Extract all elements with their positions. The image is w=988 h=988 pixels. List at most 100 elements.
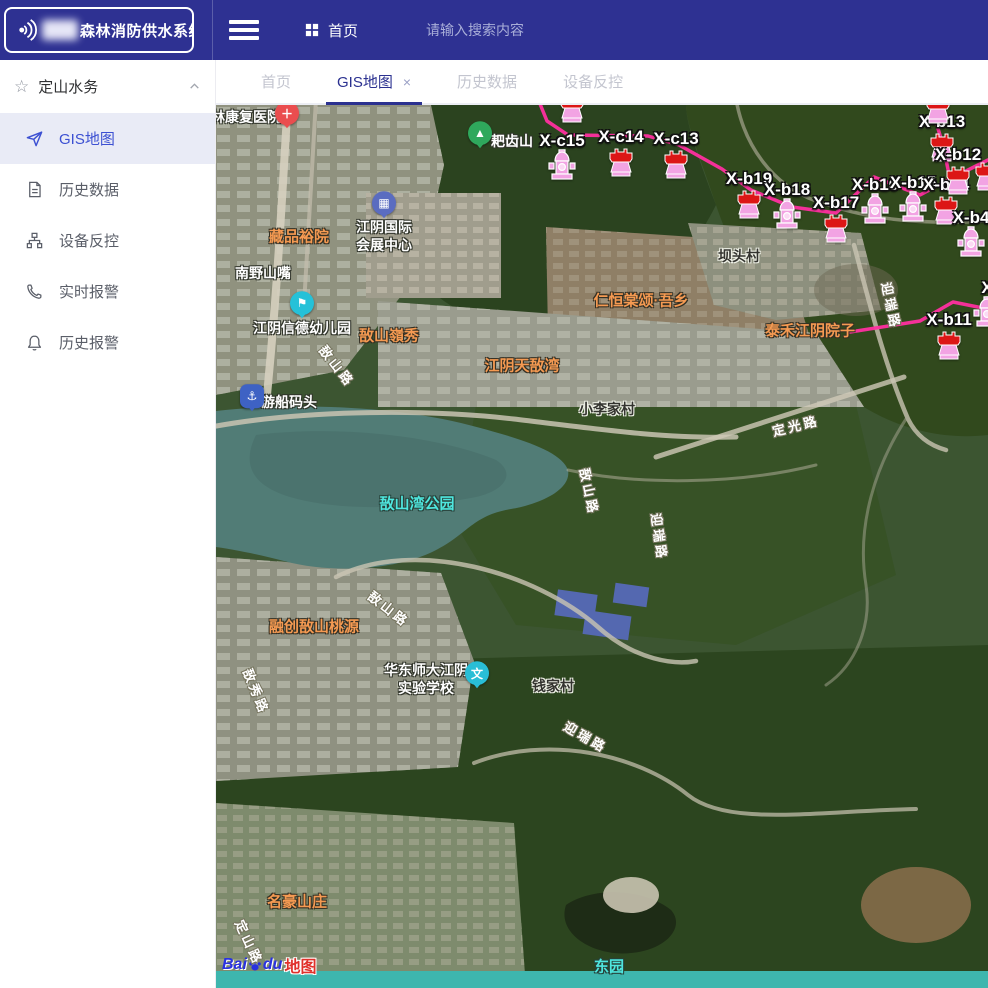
label-tianyuwan: 江阴天敔湾 bbox=[484, 356, 559, 376]
hydrant-marker-X-b17[interactable] bbox=[821, 211, 851, 245]
document-icon bbox=[25, 180, 44, 199]
tab-home[interactable]: 首页 bbox=[238, 60, 314, 103]
sidebar: ☆ 定山水务 GIS地图历史数据设备反控实时报警历史报警 bbox=[0, 60, 216, 988]
sidebar-item-history-data[interactable]: 历史数据 bbox=[0, 164, 215, 215]
sidebar-item-device-control[interactable]: 设备反控 bbox=[0, 215, 215, 266]
sidebar-item-label: GIS地图 bbox=[59, 128, 115, 149]
label-rongchuang-taoyuan: 融创敔山桃源 bbox=[269, 617, 359, 637]
tab-label: 首页 bbox=[261, 71, 291, 92]
sidebar-item-realtime-alarm[interactable]: 实时报警 bbox=[0, 266, 215, 317]
tab-close-icon[interactable]: × bbox=[403, 75, 411, 89]
tab-label: 设备反控 bbox=[563, 71, 623, 92]
hydrant-marker-X-b14[interactable] bbox=[931, 193, 961, 227]
hydrant-marker-X-b11[interactable] bbox=[934, 328, 964, 362]
hydrant-marker-X-b4[interactable] bbox=[956, 226, 986, 260]
pin-glyph: ⚑ bbox=[297, 296, 308, 310]
hydrant-label-X-b19: X-b19 bbox=[726, 169, 772, 189]
label-qianjia-village: 钱家村 bbox=[532, 677, 574, 695]
app-title: 森林消防供水系统 bbox=[80, 20, 194, 41]
hydrant-marker[interactable] bbox=[923, 105, 953, 126]
hydrant-marker-X-b19[interactable] bbox=[734, 187, 764, 221]
hydrant-label-X-b16: X-b16 bbox=[852, 175, 898, 195]
app-logo: 森林消防供水系统 bbox=[4, 7, 194, 53]
label-yuxiu-road: 敔秀路 bbox=[238, 667, 272, 718]
label-dongyuan: 东园 bbox=[594, 957, 624, 977]
hydrant-marker[interactable] bbox=[557, 105, 587, 125]
tab-history-data[interactable]: 历史数据 bbox=[434, 60, 540, 103]
pin-glyph: ＋ bbox=[281, 105, 293, 122]
hydrant-marker-X-c14[interactable] bbox=[606, 145, 636, 179]
label-dingshan-road: 定山路 bbox=[230, 918, 266, 969]
hydrant-label-X: X bbox=[981, 278, 988, 298]
bell-icon bbox=[25, 333, 44, 352]
pin-glyph: 文 bbox=[471, 665, 483, 682]
label-yingrui-road-3: 迎瑞路 bbox=[560, 719, 610, 758]
hydrant-marker-X-b12[interactable] bbox=[943, 163, 973, 197]
sidebar-group-dingshan[interactable]: ☆ 定山水务 bbox=[0, 60, 215, 113]
hydrant-marker-X[interactable] bbox=[972, 296, 988, 330]
app-logo-icon bbox=[12, 17, 38, 43]
hydrant-marker-X-b16[interactable] bbox=[860, 193, 890, 227]
hydrant-label-X-b15: X-b15 bbox=[890, 173, 936, 193]
pin-glyph: ▦ bbox=[378, 196, 389, 210]
sidebar-item-label: 历史数据 bbox=[59, 179, 119, 200]
hydrant-marker-X-b15[interactable] bbox=[898, 191, 928, 225]
sidebar-item-label: 设备反控 bbox=[59, 230, 119, 251]
sidebar-group-label: 定山水务 bbox=[38, 76, 98, 97]
label-yushan-road-1: 敔山路 bbox=[315, 343, 358, 391]
star-icon: ☆ bbox=[14, 78, 29, 95]
hydrant-marker-X-b13[interactable] bbox=[927, 130, 957, 164]
sidebar-item-history-alarm[interactable]: 历史报警 bbox=[0, 317, 215, 368]
school-pin-icon[interactable]: 文 bbox=[465, 661, 489, 685]
sidebar-item-gis-map[interactable]: GIS地图 bbox=[0, 113, 215, 164]
hospital-pin-icon[interactable]: ＋ bbox=[275, 105, 299, 125]
label-taihe-yuanzi: 泰禾江阴院子 bbox=[765, 321, 855, 341]
send-icon bbox=[25, 129, 44, 148]
hydrant-label-X-c14: X-c14 bbox=[598, 127, 643, 147]
label-kangfu-hospital: 林康复医院 bbox=[216, 108, 281, 126]
hydrant-marker-X-c13[interactable] bbox=[661, 147, 691, 181]
phone-icon bbox=[25, 282, 44, 301]
label-renheng-tangsong: 仁恒棠颂·吾乡 bbox=[594, 291, 689, 311]
hydrant-marker-X-c15[interactable] bbox=[547, 149, 577, 183]
chevron-up-icon[interactable] bbox=[188, 80, 201, 93]
label-ecnu-school: 华东师大江阴 实验学校 bbox=[384, 661, 468, 697]
hydrant-label-X-c13: X-c13 bbox=[653, 129, 698, 149]
label-cangpin-yuyuan: 藏品裕院 bbox=[269, 227, 329, 247]
hamburger-menu-icon[interactable] bbox=[229, 20, 259, 40]
tab-gis-map[interactable]: GIS地图 × bbox=[314, 60, 434, 103]
label-dingguang-road: 定光路 bbox=[771, 413, 822, 441]
sidebar-menu: GIS地图历史数据设备反控实时报警历史报警 bbox=[0, 113, 215, 368]
building-pin-icon[interactable]: ▦ bbox=[372, 191, 396, 215]
tab-device-control[interactable]: 设备反控 bbox=[540, 60, 646, 103]
tab-bar: 首页 GIS地图 × 历史数据 设备反控 bbox=[216, 60, 988, 105]
label-nanye-shanzui: 南野山嘴 bbox=[235, 264, 291, 282]
label-yushanwan-park: 敔山湾公园 bbox=[379, 494, 454, 514]
hydrant-marker-X-b18[interactable] bbox=[772, 198, 802, 232]
sidebar-item-label: 历史报警 bbox=[59, 332, 119, 353]
mountain-pin-icon[interactable]: ▲ bbox=[468, 121, 492, 145]
label-batou-village: 坝头村 bbox=[718, 247, 760, 265]
label-yushan-lingxiu: 敔山嶺秀 bbox=[359, 326, 419, 346]
map-overlay: 林康复医院耙齿山江阴国际 会展中心藏品裕院南野山嘴江阴信德幼儿园敔山嶺秀游船码头… bbox=[216, 105, 988, 988]
label-pachishan: 耙齿山 bbox=[491, 132, 533, 150]
hydrant-label-X-b11: X-b11 bbox=[926, 310, 971, 330]
pin-glyph: ⚓ bbox=[247, 389, 258, 403]
app-header: 森林消防供水系统 首页 bbox=[0, 0, 988, 60]
label-minghao-villa: 名豪山庄 bbox=[267, 892, 327, 912]
anchor-pin-icon[interactable]: ⚓ bbox=[240, 384, 264, 408]
gis-map-canvas[interactable]: 林康复医院耙齿山江阴国际 会展中心藏品裕院南野山嘴江阴信德幼儿园敔山嶺秀游船码头… bbox=[216, 105, 988, 988]
label-yingrui-road-1: 迎瑞路 bbox=[646, 512, 669, 562]
label-convention-center: 江阴国际 会展中心 bbox=[356, 218, 412, 254]
tab-label: GIS地图 bbox=[337, 71, 393, 92]
search-input[interactable] bbox=[424, 21, 658, 39]
flag-pin-icon[interactable]: ⚑ bbox=[290, 291, 314, 315]
label-yushan-road-2: 敔山路 bbox=[575, 467, 602, 517]
hydrant-marker[interactable] bbox=[972, 159, 988, 193]
grid-icon bbox=[305, 23, 319, 37]
header-home-nav[interactable]: 首页 bbox=[305, 20, 358, 41]
sitemap-icon bbox=[25, 231, 44, 250]
hydrant-label-X-c15: X-c15 bbox=[539, 131, 584, 151]
tab-label: 历史数据 bbox=[457, 71, 517, 92]
pin-glyph: ▲ bbox=[474, 126, 486, 140]
